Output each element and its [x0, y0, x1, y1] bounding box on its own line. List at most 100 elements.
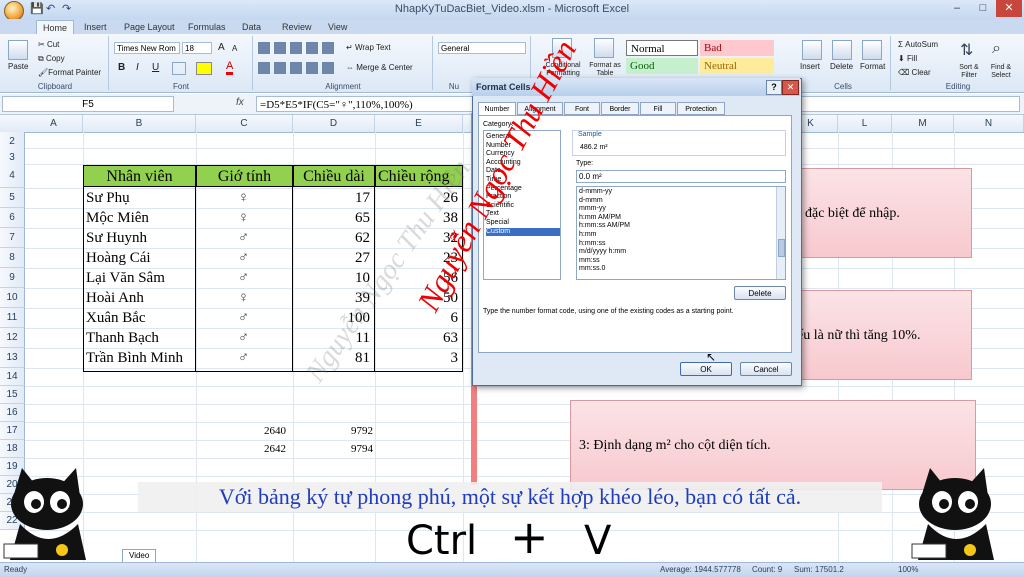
format-cells-icon[interactable] — [862, 40, 882, 60]
row-header[interactable]: 17 — [0, 422, 25, 440]
cell-employee[interactable]: Lại Văn Sâm — [86, 268, 191, 288]
row-header[interactable]: 15 — [0, 386, 25, 404]
column-header-m[interactable]: M — [892, 115, 954, 132]
dialog-close-button[interactable]: ✕ — [782, 80, 799, 95]
tab-view[interactable]: View — [322, 20, 353, 34]
shrink-font-button[interactable]: A — [232, 44, 237, 53]
column-header-b[interactable]: B — [83, 115, 196, 132]
format-as-table-button[interactable]: Format as Table — [585, 62, 625, 78]
dialog-tab-fill[interactable]: Fill — [640, 102, 676, 115]
sort-filter-button[interactable]: Sort & Filter — [954, 64, 984, 80]
format-button[interactable]: Format — [860, 62, 885, 71]
cell-gender[interactable]: ♂ — [199, 348, 288, 368]
delete-button[interactable]: Delete — [830, 62, 853, 71]
copy-button[interactable]: ⧉ Copy — [38, 54, 65, 64]
style-bad[interactable]: Bad — [700, 40, 774, 56]
scroll-thumb[interactable] — [778, 239, 785, 257]
type-input[interactable]: 0.0 m² — [576, 170, 786, 183]
fill-color-icon[interactable] — [196, 62, 212, 75]
cell-length[interactable]: 62 — [296, 228, 370, 248]
cell-gender[interactable]: ♂ — [199, 228, 288, 248]
number-format-select[interactable]: General — [438, 42, 526, 54]
cell-gender[interactable]: ♀ — [199, 288, 288, 308]
font-size-select[interactable]: 18 — [182, 42, 212, 54]
wrap-text-button[interactable]: ↵ Wrap Text — [346, 43, 391, 52]
row-header[interactable]: 8 — [0, 248, 25, 268]
tab-home[interactable]: Home — [36, 20, 75, 35]
cell-gender[interactable]: ♂ — [199, 308, 288, 328]
tab-data[interactable]: Data — [236, 20, 267, 34]
cell-employee[interactable]: Hoài Anh — [86, 288, 191, 308]
row-header[interactable]: 18 — [0, 440, 25, 458]
borders-icon[interactable] — [172, 62, 186, 75]
tab-review[interactable]: Review — [276, 20, 318, 34]
cell-employee[interactable]: Sư Huynh — [86, 228, 191, 248]
insert-button[interactable]: Insert — [800, 62, 820, 71]
close-button[interactable]: ✕ — [996, 0, 1022, 17]
maximize-button[interactable]: □ — [970, 0, 996, 17]
cell-width[interactable]: 3 — [378, 348, 459, 368]
font-color-icon[interactable]: A — [226, 60, 234, 75]
style-neutral[interactable]: Neutral — [700, 58, 774, 74]
type-item[interactable]: h:mm:ss AM/PM — [579, 222, 785, 231]
style-normal[interactable]: Normal — [626, 40, 698, 56]
type-list[interactable]: d-mmm-yy d-mmm mmm-yy h:mm AM/PM h:mm:ss AM/… — [576, 186, 786, 280]
cell-employee[interactable]: Mộc Miên — [86, 208, 191, 228]
cell-gender[interactable]: ♀ — [199, 188, 288, 208]
style-good[interactable]: Good — [626, 58, 698, 74]
cell-gender[interactable]: ♂ — [199, 248, 288, 268]
type-item[interactable]: mm:ss — [579, 257, 785, 266]
cell-length[interactable]: 27 — [296, 248, 370, 268]
row-header[interactable]: 12 — [0, 328, 25, 348]
row-header[interactable]: 11 — [0, 308, 25, 328]
cell-employee[interactable]: Sư Phụ — [86, 188, 191, 208]
column-header-a[interactable]: A — [25, 115, 83, 132]
cell-employee[interactable]: Trần Bình Minh — [86, 348, 191, 368]
cell-gender[interactable]: ♀ — [199, 208, 288, 228]
cell-length[interactable]: 65 — [296, 208, 370, 228]
autosum-button[interactable]: Σ AutoSum — [898, 40, 938, 49]
type-item[interactable]: mm:ss.0 — [579, 265, 785, 274]
row-header[interactable]: 14 — [0, 368, 25, 386]
tab-formulas[interactable]: Formulas — [182, 20, 232, 34]
type-item[interactable]: d-mmm-yy — [579, 188, 785, 197]
cell-c17[interactable]: 2640 — [196, 421, 286, 441]
row-header[interactable]: 7 — [0, 228, 25, 248]
row-header[interactable]: 13 — [0, 348, 25, 368]
type-list-scrollbar[interactable] — [776, 187, 785, 279]
merge-center-button[interactable]: ⇔ Merge & Center — [346, 63, 413, 72]
type-item[interactable]: d-mmm — [579, 197, 785, 206]
type-item[interactable]: h:mm AM/PM — [579, 214, 785, 223]
sheet-tab-video[interactable]: Video — [122, 549, 157, 563]
column-header-c[interactable]: C — [196, 115, 293, 132]
cell-d18[interactable]: 9794 — [293, 439, 373, 459]
row-header[interactable]: 10 — [0, 288, 25, 308]
function-icon[interactable]: fx — [236, 97, 244, 108]
type-item[interactable]: m/d/yyyy h:mm — [579, 248, 785, 257]
cell-width[interactable]: 63 — [378, 328, 458, 348]
cell-employee[interactable]: Thanh Bạch — [86, 328, 191, 348]
delete-cells-icon[interactable] — [832, 40, 852, 60]
font-name-select[interactable]: Times New Rom — [114, 42, 180, 54]
cell-gender[interactable]: ♂ — [199, 268, 288, 288]
underline-button[interactable]: U — [152, 62, 159, 73]
fill-button[interactable]: ⬇ Fill — [898, 54, 917, 63]
table-header-name[interactable]: Nhân viên — [83, 165, 196, 187]
cell-c18[interactable]: 2642 — [196, 439, 286, 459]
format-as-table-icon[interactable] — [594, 38, 614, 58]
cell-gender[interactable]: ♂ — [199, 328, 288, 348]
row-header[interactable]: 16 — [0, 404, 25, 422]
category-item[interactable]: Custom — [486, 227, 560, 237]
type-item[interactable]: h:mm:ss — [579, 240, 785, 249]
dialog-tab-border[interactable]: Border — [601, 102, 639, 115]
cancel-button[interactable]: Cancel — [740, 362, 792, 376]
name-box[interactable]: F5 — [2, 96, 174, 112]
italic-button[interactable]: I — [136, 62, 139, 73]
column-header-e[interactable]: E — [375, 115, 463, 132]
row-header[interactable]: 6 — [0, 208, 25, 228]
type-item[interactable]: h:mm — [579, 231, 785, 240]
category-item[interactable]: Special — [486, 219, 560, 228]
row-header[interactable]: 4 — [0, 164, 25, 188]
table-header-gender[interactable]: Giớ tính — [196, 165, 293, 187]
vertical-align-icons[interactable] — [258, 42, 338, 54]
